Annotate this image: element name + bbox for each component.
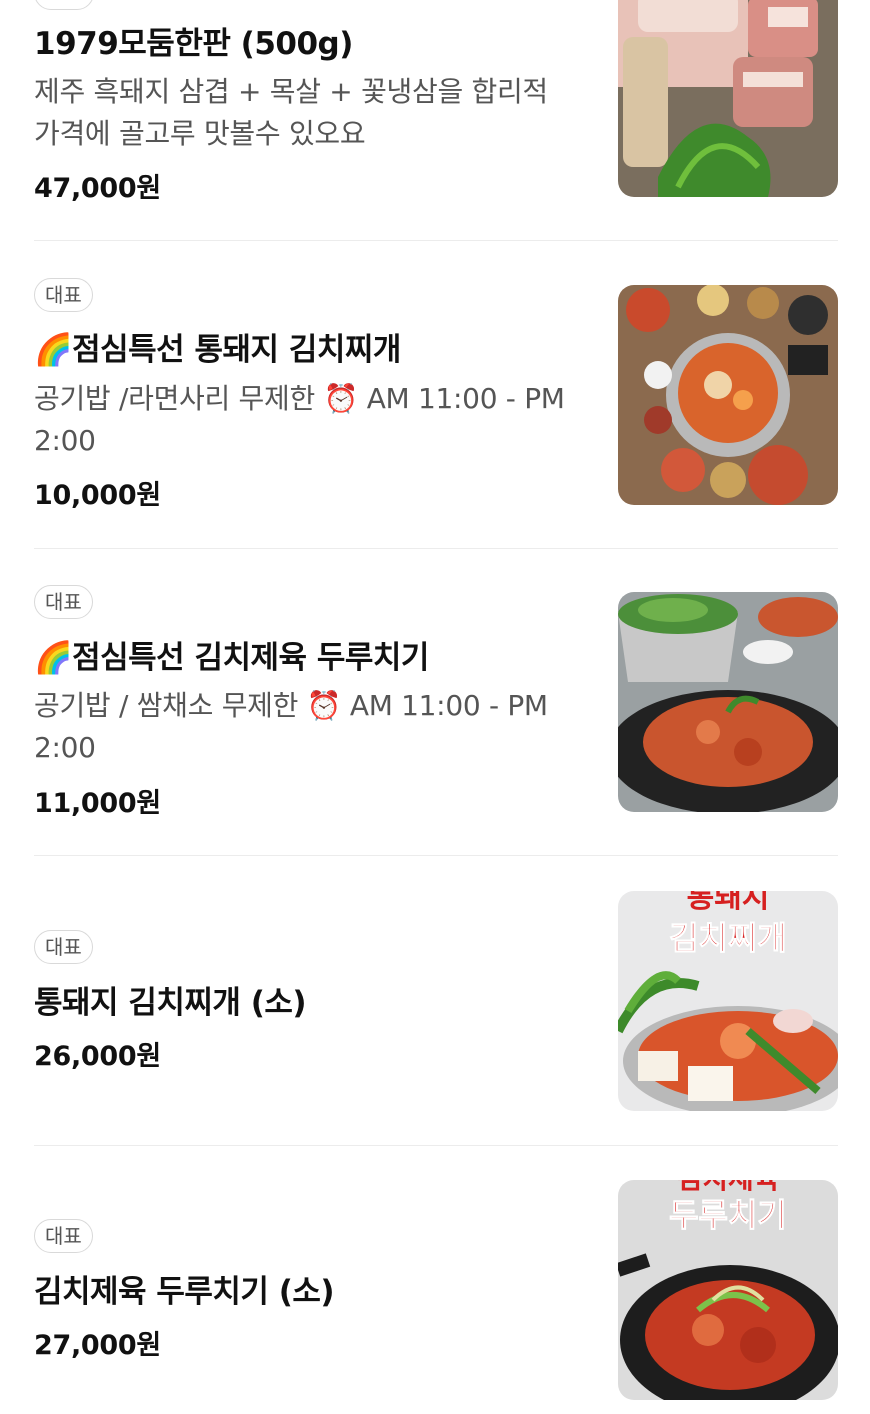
kimchi-stew-set-photo[interactable] [618,285,838,505]
spicy-pork-poster[interactable]: 김치제육 두루치기 [618,1180,838,1400]
menu-item-price: 10,000원 [34,480,161,511]
menu-item-price: 47,000원 [34,173,161,204]
menu-item-description: 공기밥 / 쌈채소 무제한 ⏰ AM 11:00 - PM 2:00 [34,689,548,764]
menu-item-5[interactable]: 대표 김치제육 두루치기 (소) 27,000원 김치제육 두루치기 [34,1146,838,1414]
poster-title-top: 김치제육 [676,1180,779,1195]
menu-item-description: 제주 흑돼지 삼겹 + 목살 + 꽃냉삼을 합리적 가격에 골고루 맛볼수 있오… [34,75,548,150]
menu-item-description: 공기밥 /라면사리 무제한 ⏰ AM 11:00 - PM 2:00 [34,382,565,457]
poster-title: 김치찌개 [669,919,787,957]
badge-partial [34,0,94,10]
menu-item-name: 🌈점심특선 김치제육 두루치기 [34,640,429,676]
badge: 대표 [34,278,93,312]
badge: 대표 [34,585,93,619]
poster-title-top: 통돼지 [687,891,770,915]
menu-item-2[interactable]: 대표 🌈점심특선 통돼지 김치찌개 공기밥 /라면사리 무제한 ⏰ AM 11:… [34,241,838,548]
poster-title: 두루치기 [669,1196,787,1234]
menu-item-3[interactable]: 대표 🌈점심특선 김치제육 두루치기 공기밥 / 쌈채소 무제한 ⏰ AM 11… [34,549,838,855]
menu-item-name: 1979모둠한판 (500g) [34,26,353,62]
menu-item-name: 통돼지 김치찌개 (소) [34,985,307,1021]
badge: 대표 [34,1219,93,1253]
menu-item-name: 🌈점심특선 통돼지 김치찌개 [34,332,401,368]
menu-item-4[interactable]: 대표 통돼지 김치찌개 (소) 26,000원 통돼지 김치찌개 [34,856,838,1145]
menu-item-price: 27,000원 [34,1330,161,1361]
kimchi-stew-poster[interactable]: 통돼지 김치찌개 [618,891,838,1111]
menu-item-price: 11,000원 [34,788,161,819]
menu-item-name: 김치제육 두루치기 (소) [34,1274,335,1310]
menu-item-1[interactable]: 1979모둠한판 (500g) 제주 흑돼지 삼겹 + 목살 + 꽃냉삼을 합리… [34,0,838,240]
spicy-pork-set-photo[interactable] [618,592,838,812]
menu-item-price: 26,000원 [34,1041,161,1072]
pork-platter-photo[interactable] [618,0,838,197]
badge: 대표 [34,930,93,964]
